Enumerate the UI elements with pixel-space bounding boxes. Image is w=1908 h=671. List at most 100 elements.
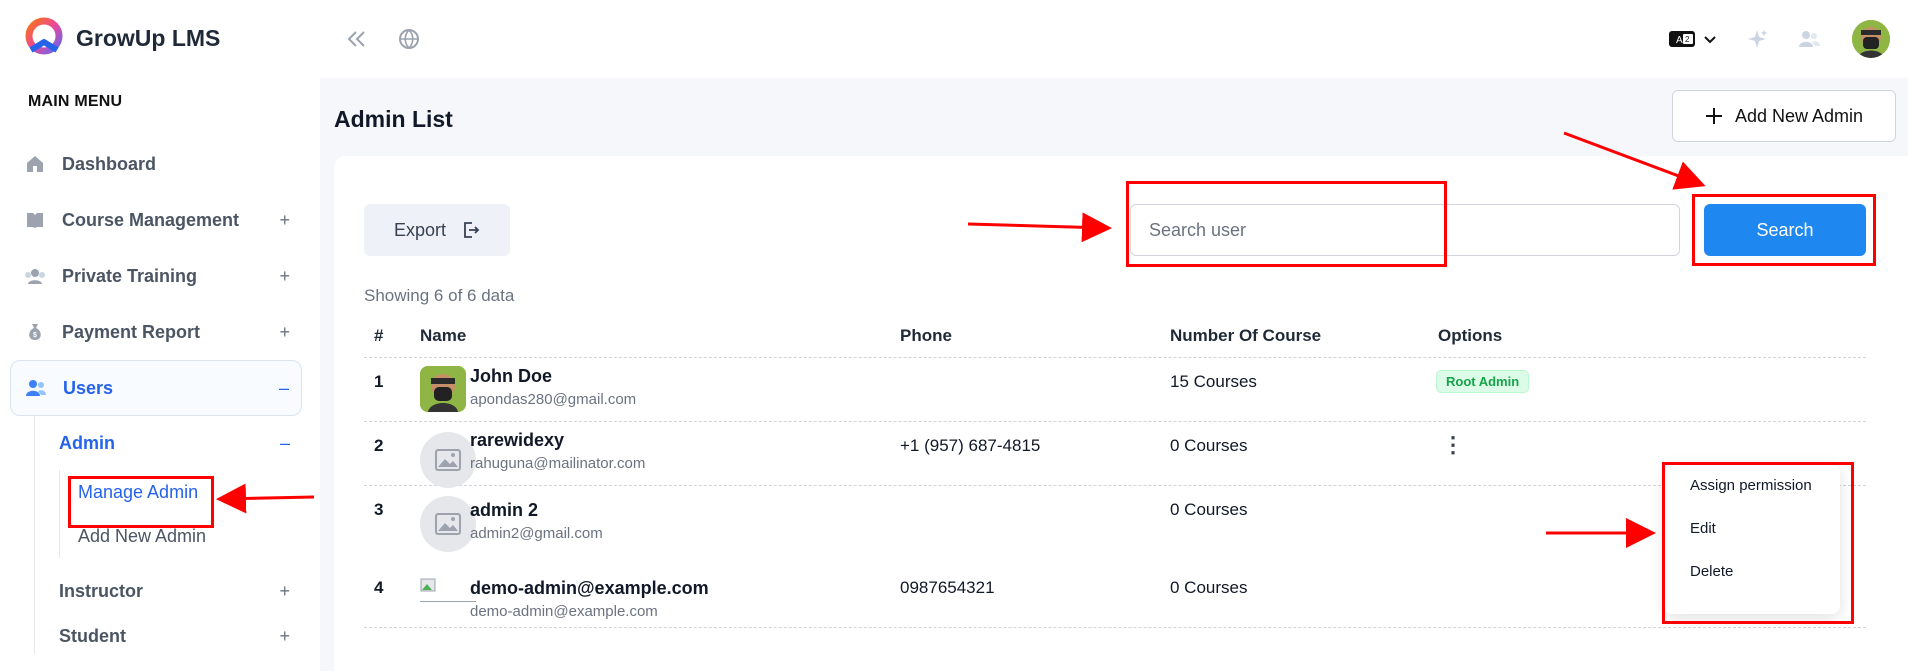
image-placeholder-icon bbox=[420, 496, 476, 552]
more-options-icon[interactable]: ⋮ bbox=[1442, 432, 1464, 458]
broken-image-icon bbox=[420, 578, 476, 602]
row-number: 3 bbox=[374, 500, 384, 519]
table-header: # Name Phone Number Of Course Options bbox=[364, 314, 1866, 358]
export-icon bbox=[464, 222, 480, 238]
sidebar-item-private-training[interactable]: Private Training + bbox=[10, 248, 302, 304]
sidebar-item-label: Dashboard bbox=[62, 153, 157, 174]
user-email: demo-admin@example.com bbox=[470, 603, 658, 620]
globe-icon[interactable] bbox=[396, 26, 422, 52]
money-bag-icon: $ bbox=[24, 321, 46, 343]
svg-text:A: A bbox=[1676, 35, 1683, 46]
add-new-admin-label: Add New Admin bbox=[1734, 105, 1864, 126]
group-icon bbox=[24, 265, 46, 287]
book-icon bbox=[24, 209, 46, 231]
sidebar-item-instructor[interactable]: Instructor + bbox=[35, 564, 302, 618]
sidebar-item-label: Instructor bbox=[59, 580, 144, 601]
user-phone: 0987654321 bbox=[900, 578, 995, 597]
sidebar: GrowUp LMS MAIN MENU Dashboard Course Ma… bbox=[0, 0, 320, 671]
table-row: 2 rarewidexy rahuguna@mailinator.com +1 … bbox=[364, 422, 1866, 488]
svg-text:2: 2 bbox=[1685, 35, 1690, 44]
search-input[interactable] bbox=[1130, 204, 1680, 256]
sparkle-icon[interactable] bbox=[1744, 26, 1770, 52]
add-new-admin-button[interactable]: Add New Admin bbox=[1672, 90, 1896, 142]
user-name: John Doe bbox=[470, 366, 553, 386]
menu-section-title: MAIN MENU bbox=[28, 93, 123, 110]
sidebar-item-course-management[interactable]: Course Management + bbox=[10, 192, 302, 248]
user-name: rarewidexy bbox=[470, 430, 565, 450]
menu-item-delete[interactable]: Delete bbox=[1664, 550, 1840, 593]
course-count: 15 Courses bbox=[1170, 372, 1257, 391]
sidebar-item-dashboard[interactable]: Dashboard bbox=[10, 136, 302, 192]
sidebar-item-label: Users bbox=[63, 377, 114, 398]
column-header: Number Of Course bbox=[1170, 326, 1322, 345]
row-number: 4 bbox=[374, 578, 384, 597]
logo-icon bbox=[25, 17, 63, 55]
expand-icon[interactable]: + bbox=[279, 581, 290, 602]
search-button[interactable]: Search bbox=[1704, 204, 1866, 256]
collapse-icon[interactable]: – bbox=[279, 378, 289, 399]
sidebar-item-add-new-admin[interactable]: Add New Admin bbox=[60, 514, 302, 558]
column-header: Name bbox=[420, 326, 467, 345]
export-label: Export bbox=[393, 219, 447, 240]
admin-submenu: Manage Admin Add New Admin bbox=[59, 470, 302, 558]
user-email: admin2@gmail.com bbox=[470, 525, 603, 542]
users-icon bbox=[25, 377, 47, 399]
sidebar-item-label: Private Training bbox=[62, 265, 198, 286]
collapse-icon[interactable]: – bbox=[280, 433, 290, 454]
table-row: 4 demo-admin@example.com demo-admin@exam… bbox=[364, 564, 1866, 628]
page-title: Admin List bbox=[334, 106, 453, 132]
row-number: 1 bbox=[374, 372, 384, 391]
users-icon[interactable] bbox=[1796, 26, 1822, 52]
menu-item-edit[interactable]: Edit bbox=[1664, 507, 1840, 550]
result-count: Showing 6 of 6 data bbox=[364, 286, 515, 305]
user-email: apondas280@gmail.com bbox=[470, 391, 637, 408]
user-avatar[interactable] bbox=[1852, 20, 1890, 58]
users-submenu: Admin – Manage Admin Add New Admin Instr… bbox=[34, 416, 302, 654]
sidebar-item-label: Payment Report bbox=[62, 321, 201, 342]
row-number: 2 bbox=[374, 436, 384, 455]
sidebar-item-users[interactable]: Users – bbox=[10, 360, 302, 416]
sidebar-item-label: Student bbox=[59, 625, 126, 646]
course-count: 0 Courses bbox=[1170, 500, 1248, 519]
home-icon bbox=[24, 153, 46, 175]
user-info: admin 2 admin2@gmail.com bbox=[470, 500, 603, 542]
row-options-menu: Assign permission Edit Delete bbox=[1664, 464, 1840, 614]
avatar bbox=[420, 366, 466, 412]
sidebar-nav: Dashboard Course Management + Private Tr… bbox=[10, 136, 302, 654]
sidebar-item-label: Course Management bbox=[62, 209, 240, 230]
expand-icon[interactable]: + bbox=[279, 626, 290, 647]
status-badge: Root Admin bbox=[1436, 370, 1530, 393]
user-email: rahuguna@mailinator.com bbox=[470, 455, 646, 472]
user-phone: +1 (957) 687-4815 bbox=[900, 436, 1041, 455]
expand-icon[interactable]: + bbox=[279, 322, 290, 343]
app-name: GrowUp LMS bbox=[76, 24, 221, 51]
user-info: rarewidexy rahuguna@mailinator.com bbox=[470, 430, 645, 472]
user-name: admin 2 bbox=[470, 500, 539, 520]
expand-icon[interactable]: + bbox=[279, 266, 290, 287]
sidebar-item-admin[interactable]: Admin – bbox=[35, 416, 302, 470]
export-button[interactable]: Export bbox=[364, 204, 510, 256]
plus-icon bbox=[1705, 108, 1722, 124]
menu-item-assign-permission[interactable]: Assign permission bbox=[1664, 464, 1840, 507]
expand-icon[interactable]: + bbox=[279, 210, 290, 231]
column-header: Phone bbox=[900, 326, 952, 345]
user-info: demo-admin@example.com demo-admin@exampl… bbox=[470, 578, 709, 620]
user-info: John Doe apondas280@gmail.com bbox=[470, 366, 636, 408]
translate-icon[interactable]: A2 bbox=[1666, 26, 1722, 52]
sidebar-item-student[interactable]: Student + bbox=[35, 618, 302, 654]
user-name: demo-admin@example.com bbox=[470, 578, 709, 598]
column-header: # bbox=[374, 326, 384, 345]
top-bar: A2 bbox=[320, 0, 1908, 78]
sidebar-item-label: Admin bbox=[59, 432, 115, 453]
table-row: 1 John Doe apondas280@gmail.com 15 Cours… bbox=[364, 358, 1866, 422]
double-chevron-left-icon[interactable] bbox=[344, 26, 370, 52]
image-placeholder-icon bbox=[420, 432, 476, 488]
svg-text:$: $ bbox=[33, 332, 37, 339]
sidebar-item-manage-admin[interactable]: Manage Admin bbox=[60, 470, 302, 514]
app-logo[interactable]: GrowUp LMS bbox=[22, 16, 220, 60]
column-header: Options bbox=[1438, 326, 1503, 345]
course-count: 0 Courses bbox=[1170, 436, 1248, 455]
sidebar-item-payment-report[interactable]: $ Payment Report + bbox=[10, 304, 302, 360]
course-count: 0 Courses bbox=[1170, 578, 1248, 597]
table-row: 3 admin 2 admin2@gmail.com 0 Courses bbox=[364, 486, 1866, 552]
